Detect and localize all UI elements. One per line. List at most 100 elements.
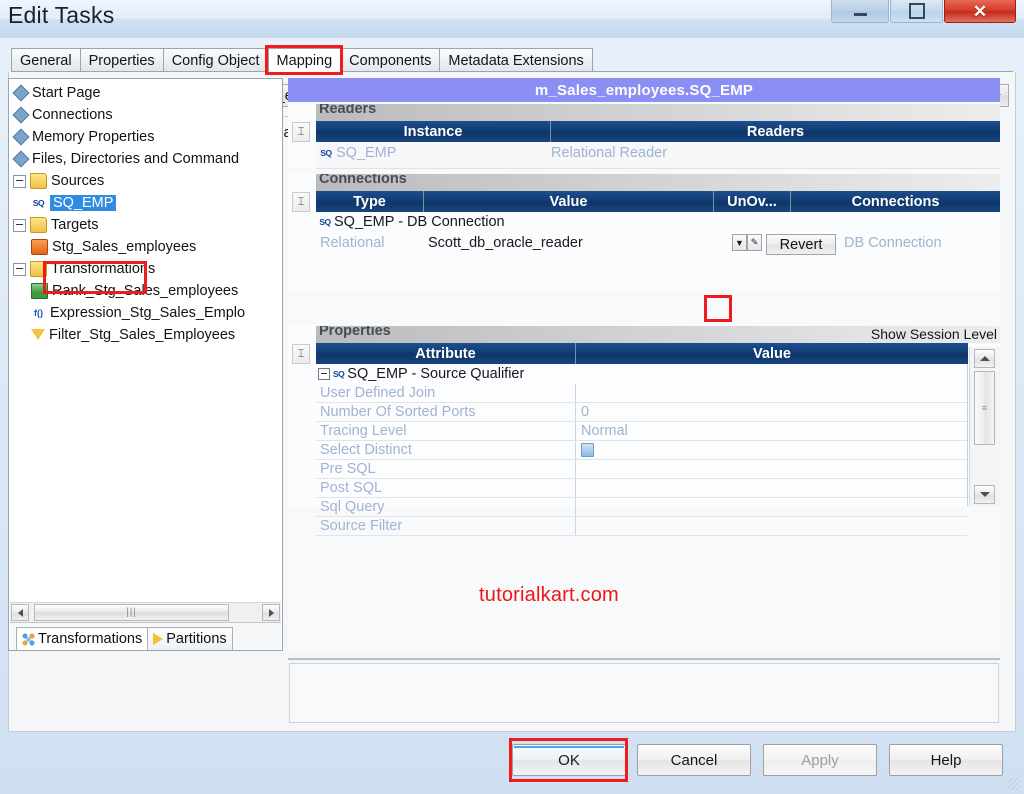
cell-attribute: Pre SQL: [316, 460, 576, 478]
bottom-detail-box: [289, 663, 999, 723]
connections-table-body: SQ SQ_EMP - DB Connection Relational Sco…: [316, 212, 1000, 290]
ok-button[interactable]: OK: [512, 744, 626, 776]
connections-section-handle[interactable]: ⌶: [292, 192, 310, 212]
properties-section-handle[interactable]: ⌶: [292, 344, 310, 364]
tree-item-connections[interactable]: Connections: [9, 104, 282, 126]
tree-item-memory-properties[interactable]: Memory Properties: [9, 126, 282, 148]
grip-icon: ≡: [981, 403, 988, 413]
scroll-right-button[interactable]: [262, 604, 280, 621]
readers-section-handle[interactable]: ⌶: [292, 122, 310, 142]
cell-value: [576, 517, 967, 535]
dropdown-browse-icon[interactable]: ▼: [732, 234, 747, 251]
properties-vertical-scrollbar[interactable]: ≡: [969, 347, 1000, 506]
cell-attribute: User Defined Join: [316, 384, 576, 402]
tab-config-object[interactable]: Config Object: [162, 48, 269, 72]
connections-section-title: Connections: [319, 174, 407, 187]
readers-section-titlebar: Readers: [316, 104, 1000, 121]
cancel-button[interactable]: Cancel: [637, 744, 751, 776]
readers-section: Readers ⌶ Instance Readers SQ SQ_EMP Rel…: [288, 104, 1000, 169]
tree-item-label: Stg_Sales_employees: [52, 239, 197, 255]
scrollbar-thumb[interactable]: |||: [34, 604, 229, 621]
table-row[interactable]: User Defined Join: [316, 384, 967, 403]
tree-item-sources[interactable]: Sources: [9, 170, 282, 192]
select-distinct-checkbox[interactable]: [581, 443, 594, 457]
tree-item-label: Files, Directories and Command: [32, 151, 240, 167]
table-row[interactable]: Number Of Sorted Ports 0: [316, 403, 967, 422]
column-header-type[interactable]: Type: [316, 191, 424, 212]
table-row[interactable]: SQ SQ_EMP Relational Reader: [316, 142, 1000, 164]
table-row[interactable]: Source Filter: [316, 517, 967, 536]
tab-properties[interactable]: Properties: [79, 48, 164, 72]
connections-section-titlebar: Connections: [316, 174, 1000, 191]
tree-item-label: Memory Properties: [32, 129, 155, 145]
tree-horizontal-scrollbar[interactable]: |||: [10, 602, 281, 622]
tab-mapping[interactable]: Mapping: [267, 48, 342, 72]
column-header-instance[interactable]: Instance: [316, 121, 551, 142]
transformations-icon: [22, 632, 35, 646]
tree-item-targets[interactable]: Targets: [9, 214, 282, 236]
table-row[interactable]: Select Distinct: [316, 441, 967, 460]
collapse-expander-icon[interactable]: [13, 218, 26, 232]
tree-item-label: Connections: [32, 107, 113, 123]
tree-item-sq-emp[interactable]: SQ SQ_EMP: [9, 192, 282, 214]
scroll-down-button[interactable]: [974, 485, 995, 504]
properties-section-title: Properties: [319, 326, 391, 339]
tree-item-expression-stg-sales-employees[interactable]: f() Expression_Stg_Sales_Emplo: [9, 302, 282, 324]
tab-general[interactable]: General: [11, 48, 81, 72]
cell-attribute: Sql Query: [316, 498, 576, 516]
column-header-unov[interactable]: UnOv...: [714, 191, 791, 212]
maximize-button[interactable]: [890, 0, 943, 23]
table-row[interactable]: Tracing Level Normal: [316, 422, 967, 441]
tree-item-stg-sales-employees[interactable]: Stg_Sales_employees: [9, 236, 282, 258]
revert-button[interactable]: Revert: [766, 234, 836, 255]
maximize-icon: [908, 3, 925, 19]
tree-item-label: Start Page: [32, 85, 101, 101]
cell-value: [576, 498, 967, 516]
column-header-value[interactable]: Value: [424, 191, 714, 212]
tree-item-label: Rank_Stg_Sales_employees: [52, 283, 239, 299]
help-button[interactable]: Help: [889, 744, 1003, 776]
collapse-expander-icon[interactable]: [318, 368, 330, 380]
tree-item-files-directories[interactable]: Files, Directories and Command: [9, 148, 282, 170]
show-session-level-label[interactable]: Show Session Level: [871, 326, 997, 342]
collapse-expander-icon[interactable]: [13, 262, 26, 276]
apply-button: Apply: [763, 744, 877, 776]
window-title: Edit Tasks: [8, 2, 115, 28]
resize-grip-icon[interactable]: [1008, 778, 1020, 790]
properties-section-titlebar: Properties Show Session Level: [316, 326, 1000, 343]
arrow-down-icon: [979, 492, 990, 497]
column-header-attribute[interactable]: Attribute: [316, 343, 576, 364]
collapse-expander-icon[interactable]: [13, 174, 26, 188]
column-header-connections[interactable]: Connections: [791, 191, 1000, 212]
tab-partitions[interactable]: Partitions: [147, 627, 233, 650]
column-header-readers[interactable]: Readers: [551, 121, 1000, 142]
scroll-left-button[interactable]: [11, 604, 29, 621]
tab-metadata-extensions[interactable]: Metadata Extensions: [439, 48, 593, 72]
tab-transformations[interactable]: Transformations: [16, 627, 149, 650]
bullet-icon: [12, 106, 30, 124]
tree-item-filter-stg-sales-employees[interactable]: Filter_Stg_Sales_Employees: [9, 324, 282, 346]
table-row[interactable]: Relational Scott_db_oracle_reader DB Con…: [316, 232, 1000, 254]
close-button[interactable]: ✕: [944, 0, 1016, 23]
tab-components[interactable]: Components: [340, 48, 441, 72]
cell-value: [576, 441, 967, 459]
scrollbar-thumb[interactable]: ≡: [974, 371, 995, 445]
table-row[interactable]: Post SQL: [316, 479, 967, 498]
cell-attribute: Tracing Level: [316, 422, 576, 440]
panel-divider: [288, 658, 1000, 660]
task-tree[interactable]: Start Page Connections Memory Properties…: [9, 79, 282, 622]
minimize-button[interactable]: [831, 0, 889, 23]
cell-type: Relational: [320, 235, 385, 251]
edit-pencil-icon[interactable]: ✎: [747, 234, 762, 251]
source-qualifier-icon: SQ: [319, 217, 331, 227]
bullet-icon: [12, 150, 30, 168]
tree-item-transformations[interactable]: Transformations: [9, 258, 282, 280]
column-header-value[interactable]: Value: [576, 343, 968, 364]
tree-item-start-page[interactable]: Start Page: [9, 82, 282, 104]
scroll-up-button[interactable]: [974, 349, 995, 368]
connections-section: Connections ⌶ Type Value UnOv... Connect…: [288, 174, 1000, 290]
tree-item-rank-stg-sales-employees[interactable]: Rank_Stg_Sales_employees: [9, 280, 282, 302]
table-row[interactable]: Pre SQL: [316, 460, 967, 479]
properties-group-row[interactable]: SQ SQ_EMP - Source Qualifier: [316, 364, 967, 384]
table-row[interactable]: Sql Query: [316, 498, 967, 517]
